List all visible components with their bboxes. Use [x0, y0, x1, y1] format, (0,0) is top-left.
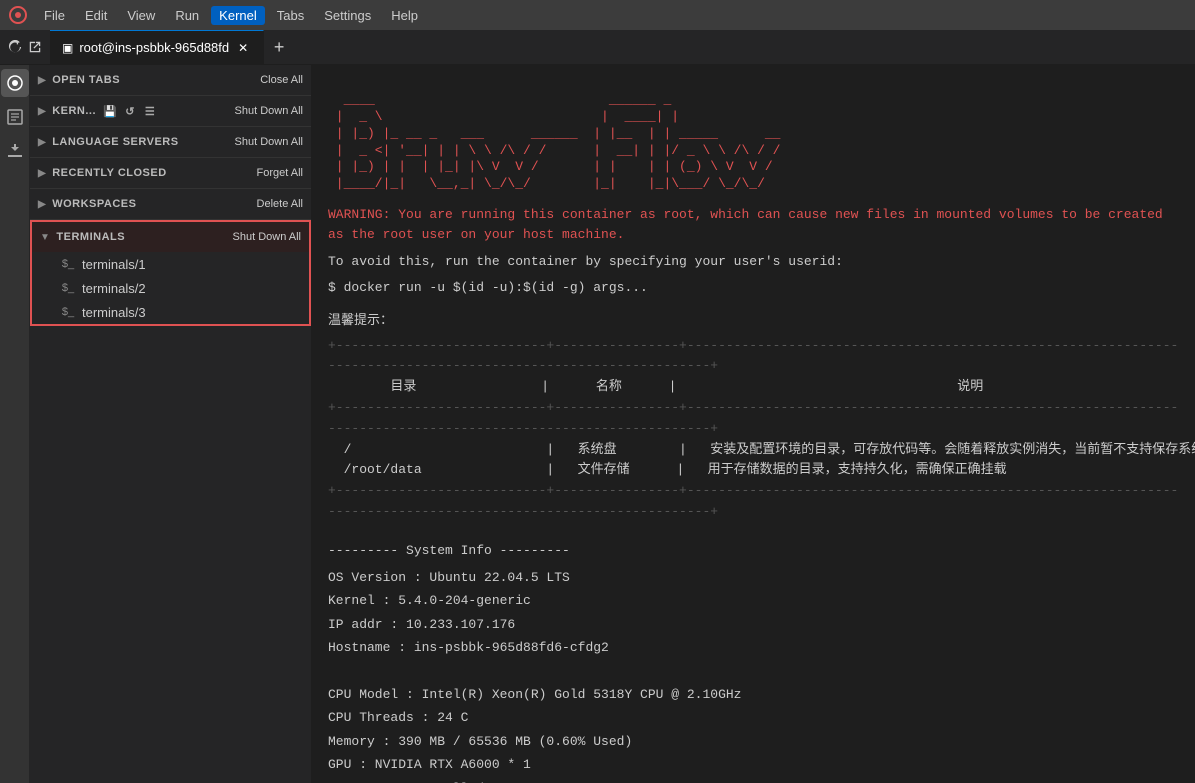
table-divider-top: +---------------------------+-----------… — [328, 336, 1179, 378]
tips-section: 温馨提示： +---------------------------+-----… — [328, 311, 1179, 523]
cpu-model: CPU Model : Intel(R) Xeon(R) Gold 5318Y … — [328, 683, 1179, 706]
cpu-threads: CPU Threads : 24 C — [328, 706, 1179, 729]
menubar: File Edit View Run Kernel Tabs Settings … — [0, 0, 1195, 30]
terminals-section: ▼ TERMINALS Shut Down All $_ terminals/1… — [30, 220, 311, 326]
terminal-item-3[interactable]: $_ terminals/3 — [32, 300, 309, 324]
open-tabs-header[interactable]: ▶ OPEN TABS Close All — [30, 65, 311, 95]
terminals-header[interactable]: ▼ TERMINALS Shut Down All — [32, 222, 309, 252]
menu-run[interactable]: Run — [167, 6, 207, 25]
language-servers-shutdown-button[interactable]: Shut Down All — [235, 136, 303, 148]
main-layout: ▶ OPEN TABS Close All ▶ KERN... 💾 ↺ ☰ — [0, 65, 1195, 783]
tabbar-controls — [0, 40, 50, 54]
menu-settings[interactable]: Settings — [316, 6, 379, 25]
extensions-icon[interactable] — [1, 137, 29, 165]
terminal-item-3-label: terminals/3 — [82, 305, 146, 320]
tips-title: 温馨提示： — [328, 311, 1179, 332]
close-all-button[interactable]: Close All — [260, 74, 303, 86]
workspaces-chevron: ▶ — [38, 199, 46, 210]
tab-label: root@ins-psbbk-965d88fd — [79, 40, 229, 55]
file-browser-icon[interactable] — [1, 103, 29, 131]
menu-file[interactable]: File — [36, 6, 73, 25]
docker-command: $ docker run -u $(id -u):$(id -g) args..… — [328, 280, 1179, 295]
menu-view[interactable]: View — [119, 6, 163, 25]
memory: Memory : 390 MB / 65536 MB (0.60% Used) — [328, 730, 1179, 753]
new-tab-button[interactable]: + — [264, 30, 294, 65]
kern-restart-icon[interactable]: ↺ — [122, 103, 138, 119]
system-info-header: --------- System Info --------- — [328, 539, 1179, 562]
advice-message: To avoid this, run the container by spec… — [328, 252, 1179, 272]
refresh-icon[interactable] — [8, 40, 22, 54]
terminal-item-1-icon: $_ — [60, 256, 76, 272]
menu-edit[interactable]: Edit — [77, 6, 115, 25]
table-row-2: /root/data | 文件存储 | 用于存储数据的目录，支持持久化，需确保正… — [328, 460, 1179, 481]
kernel-version: Kernel : 5.4.0-204-generic — [328, 589, 1179, 612]
kern-menu-icon[interactable]: ☰ — [142, 103, 158, 119]
kern-header[interactable]: ▶ KERN... 💾 ↺ ☰ Shut Down All — [30, 96, 311, 126]
open-tabs-section: ▶ OPEN TABS Close All — [30, 65, 311, 96]
table-divider-bottom: +---------------------------+-----------… — [328, 481, 1179, 523]
os-version: OS Version : Ubuntu 22.04.5 LTS — [328, 566, 1179, 589]
open-tabs-title: ▶ OPEN TABS — [38, 74, 120, 86]
terminal-icon: ▣ — [62, 41, 73, 55]
table-header: 目录 | 名称 | 说明 — [328, 377, 1179, 398]
language-servers-header[interactable]: ▶ LANGUAGE SERVERS Shut Down All — [30, 127, 311, 157]
workspaces-title: ▶ WORKSPACES — [38, 198, 136, 210]
menu-help[interactable]: Help — [383, 6, 426, 25]
system-info: --------- System Info --------- OS Versi… — [328, 539, 1179, 783]
hostname: Hostname : ins-psbbk-965d88fd6-cfdg2 — [328, 636, 1179, 659]
kern-controls: 💾 ↺ ☰ — [102, 103, 158, 119]
terminal-item-1-label: terminals/1 — [82, 257, 146, 272]
ip-address: IP addr : 10.233.107.176 — [328, 613, 1179, 636]
terminal-item-2[interactable]: $_ terminals/2 — [32, 276, 309, 300]
workspaces-header[interactable]: ▶ WORKSPACES Delete All — [30, 189, 311, 219]
forget-all-button[interactable]: Forget All — [257, 167, 303, 179]
open-tabs-chevron: ▶ — [38, 75, 46, 86]
warning-message: WARNING: You are running this container … — [328, 205, 1179, 244]
tabbar: ▣ root@ins-psbbk-965d88fd ✕ + — [0, 30, 1195, 65]
menu-tabs[interactable]: Tabs — [269, 6, 312, 25]
running-sessions-icon[interactable] — [1, 69, 29, 97]
terminals-title: ▼ TERMINALS — [40, 231, 125, 243]
menu-kernel[interactable]: Kernel — [211, 6, 265, 25]
kern-chevron: ▶ — [38, 106, 46, 117]
recently-closed-title: ▶ RECENTLY CLOSED — [38, 167, 167, 179]
kern-section: ▶ KERN... 💾 ↺ ☰ Shut Down All — [30, 96, 311, 127]
terminals-chevron: ▼ — [40, 232, 50, 243]
external-link-icon[interactable] — [28, 40, 42, 54]
language-servers-title: ▶ LANGUAGE SERVERS — [38, 136, 179, 148]
terminal-output[interactable]: ____ ______ _ | _ \ | ____| | | |_) |_ _… — [312, 65, 1195, 783]
recently-closed-header[interactable]: ▶ RECENTLY CLOSED Forget All — [30, 158, 311, 188]
terminal-item-2-label: terminals/2 — [82, 281, 146, 296]
terminal-tab[interactable]: ▣ root@ins-psbbk-965d88fd ✕ — [50, 30, 264, 65]
tab-close-button[interactable]: ✕ — [235, 40, 251, 56]
terminal-item-1[interactable]: $_ terminals/1 — [32, 252, 309, 276]
sidebar-icon-bar — [0, 65, 30, 783]
sidebar-panel: ▶ OPEN TABS Close All ▶ KERN... 💾 ↺ ☰ — [30, 65, 312, 783]
kern-shutdown-all-button[interactable]: Shut Down All — [235, 105, 303, 117]
recently-closed-section: ▶ RECENTLY CLOSED Forget All — [30, 158, 311, 189]
kern-save-icon[interactable]: 💾 — [102, 103, 118, 119]
recently-closed-chevron: ▶ — [38, 168, 46, 179]
language-servers-section: ▶ LANGUAGE SERVERS Shut Down All — [30, 127, 311, 158]
workspaces-section: ▶ WORKSPACES Delete All — [30, 189, 311, 220]
cuda: CUDA : Not Installed — [328, 777, 1179, 783]
app-logo — [8, 5, 28, 25]
terminal-item-3-icon: $_ — [60, 304, 76, 320]
table-row-1: / | 系统盘 | 安装及配置环境的目录，可存放代码等。会随着释放实例消失，当前… — [328, 440, 1179, 461]
table-divider-mid: +---------------------------+-----------… — [328, 398, 1179, 440]
terminal-item-2-icon: $_ — [60, 280, 76, 296]
kern-title: ▶ KERN... 💾 ↺ ☰ — [38, 103, 158, 119]
terminals-shutdown-all-button[interactable]: Shut Down All — [233, 231, 301, 243]
ascii-art-header: ____ ______ _ | _ \ | ____| | | |_) |_ _… — [328, 75, 1179, 193]
delete-all-button[interactable]: Delete All — [257, 198, 303, 210]
gpu: GPU : NVIDIA RTX A6000 * 1 — [328, 753, 1179, 776]
language-servers-chevron: ▶ — [38, 137, 46, 148]
